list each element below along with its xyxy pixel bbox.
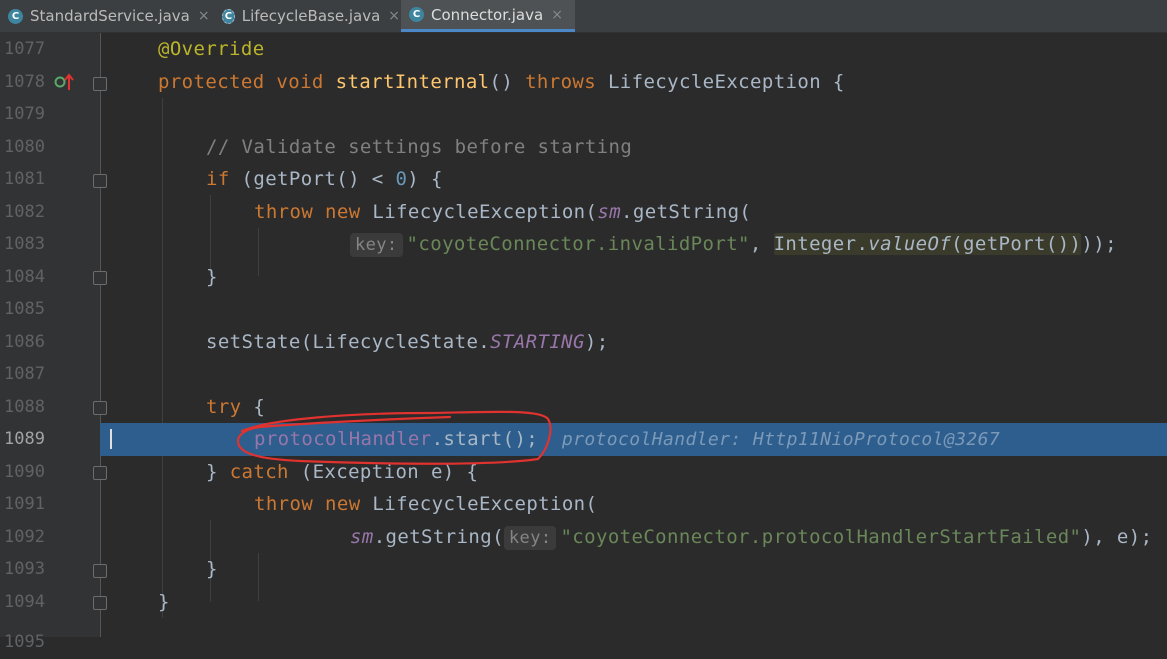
line-number: 1087 [4,364,45,384]
close-icon[interactable]: × [388,8,400,24]
line-number: 1094 [4,591,45,612]
fold-marker[interactable] [93,596,107,610]
code-text: @Override [158,38,265,60]
line-number: 1078 [4,71,45,92]
tab-connector[interactable]: C Connector.java × [401,0,575,32]
code-line[interactable]: 1080 // Validate settings before startin… [0,131,1167,164]
line-number: 1092 [4,526,45,547]
class-icon: C [409,7,424,22]
code-text: key: "coyoteConnector.invalidPort", Integ… [350,228,1117,261]
line-number: 1079 [4,104,45,124]
code-line[interactable]: 1091 throw new LifecycleException( [0,488,1167,521]
code-line[interactable]: 1082 throw new LifecycleException(sm.get… [0,196,1167,229]
line-number: 1088 [4,396,45,417]
code-text: if (getPort() < 0) { [206,168,443,190]
line-number: 1091 [4,494,45,514]
code-editor[interactable]: 1077 @Override 1078 protected void start… [0,33,1167,652]
line-number: 1089 [4,429,45,449]
line-number: 1086 [4,331,45,352]
code-text: sm.getString(key: "coyoteConnector.protoc… [350,525,1153,550]
fold-marker[interactable] [93,466,107,480]
code-line[interactable]: 1077 @Override [0,33,1167,66]
fold-marker[interactable] [93,77,107,91]
editor-tab-bar: C StandardService.java × C LifecycleBase… [0,0,1167,33]
code-line[interactable]: 1092 sm.getString(key: "coyoteConnector.p… [0,521,1167,554]
code-line[interactable]: 1081 if (getPort() < 0) { [0,163,1167,196]
line-number: 1085 [4,299,45,319]
code-line[interactable]: 1093 } [0,553,1167,586]
overrides-method-icon[interactable] [54,72,74,92]
class-icon: C [8,8,23,24]
code-line[interactable]: 1088 try { [0,391,1167,424]
line-number: 1095 [4,632,45,652]
close-icon[interactable]: × [551,7,563,23]
code-text: protected void startInternal() throws Li… [158,70,845,93]
code-line[interactable]: 1087 [0,358,1167,391]
code-text: throw new LifecycleException( [254,493,598,515]
code-line[interactable]: 1078 protected void startInternal() thro… [0,66,1167,99]
code-line[interactable]: 1085 [0,293,1167,326]
code-text: setState(LifecycleState.STARTING); [206,330,609,353]
parameter-hint: key: [503,525,557,550]
code-text: // Validate settings before starting [206,135,633,158]
code-line[interactable]: 1094 } [0,586,1167,619]
code-text: } [206,265,218,288]
line-number: 1080 [4,136,45,157]
abstract-class-icon: C [222,8,235,24]
tab-label: StandardService.java [30,7,190,25]
code-text: throw new LifecycleException(sm.getStrin… [254,200,752,223]
fold-marker[interactable] [93,174,107,188]
red-annotation-circle [236,410,552,465]
line-number: 1093 [4,559,45,579]
line-number: 1083 [4,234,45,254]
code-text: } [158,590,170,613]
tab-label: LifecycleBase.java [241,7,381,25]
line-number: 1082 [4,201,45,222]
tab-standardservice[interactable]: C StandardService.java × [0,0,212,32]
code-line[interactable]: 1083 key: "coyoteConnector.invalidPort", … [0,228,1167,261]
fold-marker[interactable] [93,271,107,285]
code-line[interactable]: 1095 [0,618,1167,652]
code-line[interactable]: 1090 } catch (Exception e) { [0,456,1167,489]
code-text: } [206,558,218,580]
line-number: 1084 [4,266,45,287]
code-line[interactable]: 1084 } [0,261,1167,294]
tab-lifecyclebase[interactable]: C LifecycleBase.java × [214,0,400,32]
code-line[interactable]: 1086 setState(LifecycleState.STARTING); [0,326,1167,359]
code-line-current[interactable]: 1089 protocolHandler.start(); protocolHa… [0,423,1167,456]
close-icon[interactable]: × [198,8,210,24]
debug-inline-value: protocolHandler: Http11NioProtocol@3267 [561,429,1001,450]
line-number: 1081 [4,169,45,189]
tab-label: Connector.java [431,5,544,24]
line-number: 1090 [4,461,45,482]
line-number: 1077 [4,39,45,59]
parameter-hint: key: [350,233,403,257]
fold-marker[interactable] [93,401,107,415]
code-line[interactable]: 1079 [0,98,1167,131]
fold-marker[interactable] [93,564,107,578]
